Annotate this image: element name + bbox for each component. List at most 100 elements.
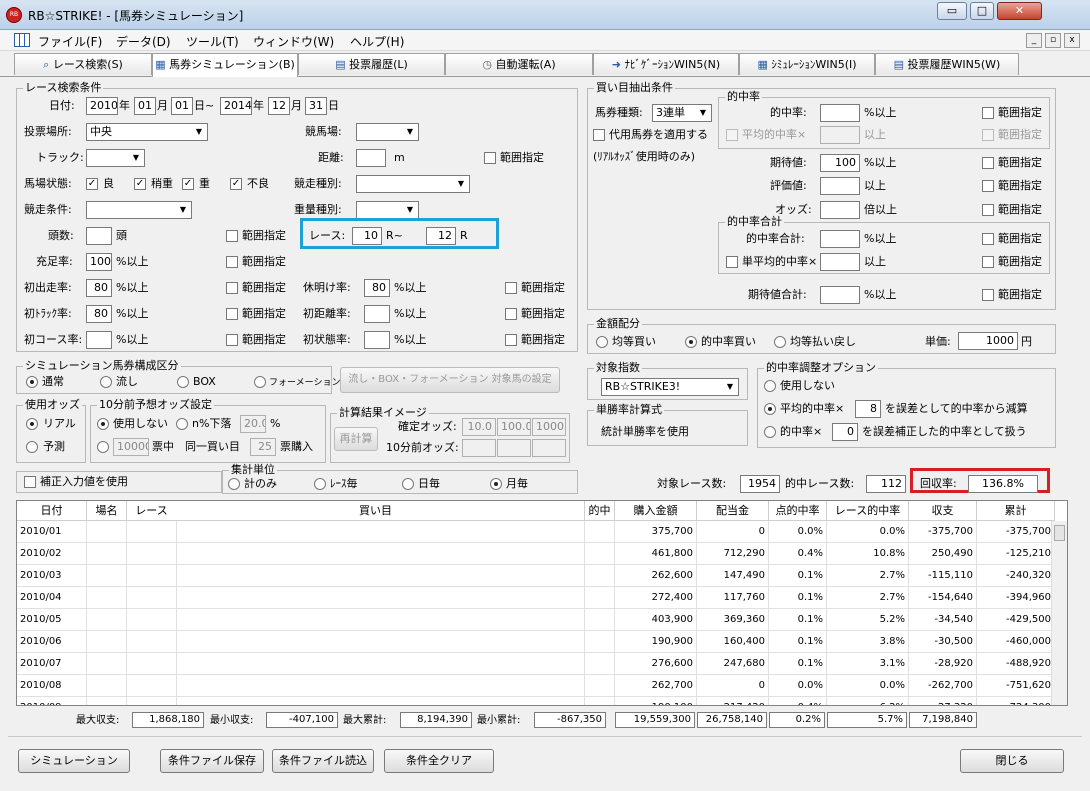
pre10-purchase-input[interactable]: 25 [250,438,276,456]
race-type-select[interactable]: ▼ [356,175,470,193]
table-cell[interactable] [167,521,585,543]
table-cell[interactable]: -429,500 [977,609,1055,631]
table-row[interactable]: 2010/09 [17,697,87,705]
adjust-correct-radio[interactable] [764,426,776,438]
single-avg-range-checkbox[interactable] [982,256,994,268]
menu-tools[interactable]: ツール(T) [186,33,239,50]
clear-conditions-button[interactable]: 条件全クリア [384,749,494,773]
track-type-select[interactable]: ▼ [86,149,145,167]
column-header[interactable]: 点的中率 [769,501,827,521]
table-cell[interactable]: 0.4% [769,543,827,565]
load-conditions-button[interactable]: 条件ファイル読込 [272,749,374,773]
pre10-drop-radio[interactable] [176,418,188,430]
first-distance-range-checkbox[interactable] [505,308,517,320]
single-avg-checkbox[interactable] [726,256,738,268]
table-cell[interactable]: 3.1% [827,653,909,675]
table-cell[interactable]: -34,540 [909,609,977,631]
save-conditions-button[interactable]: 条件ファイル保存 [160,749,264,773]
table-cell[interactable]: 190,100 [615,697,697,705]
avg-hit-range-checkbox[interactable] [982,129,994,141]
agg-day-radio[interactable] [402,478,414,490]
table-cell[interactable]: 403,900 [615,609,697,631]
sim-nagashi-radio[interactable] [100,376,112,388]
column-header[interactable]: 配当金 [697,501,769,521]
table-cell[interactable] [87,697,127,705]
table-cell[interactable]: 0.1% [769,565,827,587]
table-cell[interactable]: -394,960 [977,587,1055,609]
table-cell[interactable]: 3.8% [827,631,909,653]
recalculate-button[interactable]: 再計算 [334,427,378,451]
table-cell[interactable] [585,609,615,631]
agg-race-radio[interactable] [314,478,326,490]
table-row[interactable]: 2010/02 [17,543,87,565]
column-header[interactable]: レース的中率 [827,501,909,521]
table-cell[interactable]: 10.8% [827,543,909,565]
scroll-thumb[interactable] [1054,525,1065,541]
first-course-input[interactable] [86,331,112,349]
first-run-range-checkbox[interactable] [226,282,238,294]
table-cell[interactable] [87,631,127,653]
table-cell[interactable]: 262,700 [615,675,697,697]
tab-vote-history-win5[interactable]: ▤ 投票履歴WIN5(W) [875,53,1019,75]
table-cell[interactable]: 147,490 [697,565,769,587]
table-cell[interactable] [585,587,615,609]
column-header[interactable]: 累計 [977,501,1055,521]
table-cell[interactable]: 272,400 [615,587,697,609]
odds-range-checkbox[interactable] [982,204,994,216]
table-cell[interactable]: 461,800 [615,543,697,565]
table-cell[interactable]: 250,490 [909,543,977,565]
agg-total-radio[interactable] [228,478,240,490]
table-cell[interactable] [87,543,127,565]
tab-simulation-win5[interactable]: ▦ ｼﾐｭﾚｰｼｮﾝWIN5(I) [739,53,875,75]
first-run-input[interactable]: 80 [86,279,112,297]
menu-window[interactable]: ウィンドウ(W) [253,33,334,50]
table-cell[interactable] [167,609,585,631]
table-cell[interactable] [585,697,615,705]
money-hitrate-radio[interactable] [685,336,697,348]
table-cell[interactable]: 117,760 [697,587,769,609]
table-cell[interactable]: -724,300 [977,697,1055,705]
odds-predicted-radio[interactable] [26,441,38,453]
fill-rate-input[interactable]: 100 [86,253,112,271]
distance-input[interactable] [356,149,386,167]
pre10-drop-input[interactable]: 20.0 [240,415,266,433]
table-cell[interactable] [87,521,127,543]
table-cell[interactable]: 190,900 [615,631,697,653]
expected-value-input[interactable]: 100 [820,154,860,172]
odds-real-radio[interactable] [26,418,38,430]
money-equal-payout-radio[interactable] [774,336,786,348]
single-avg-input[interactable] [820,253,860,271]
table-cell[interactable]: -154,640 [909,587,977,609]
table-row[interactable]: 2010/04 [17,587,87,609]
rest-range-checkbox[interactable] [505,282,517,294]
table-cell[interactable]: 712,290 [697,543,769,565]
restore-button[interactable]: □ [970,2,994,20]
table-cell[interactable] [585,565,615,587]
first-state-range-checkbox[interactable] [505,334,517,346]
table-cell[interactable]: 247,680 [697,653,769,675]
close-window-button[interactable]: ✕ [997,2,1042,20]
ticket-type-select[interactable]: 3連単 ▼ [652,104,712,122]
table-cell[interactable] [585,631,615,653]
avg-hit-input[interactable] [820,126,860,144]
weight-type-select[interactable]: ▼ [356,201,419,219]
table-cell[interactable]: -240,320 [977,565,1055,587]
table-cell[interactable] [167,653,585,675]
column-header[interactable]: 買い目 [167,501,585,521]
substitute-ticket-checkbox[interactable] [593,129,605,141]
money-equal-radio[interactable] [596,336,608,348]
table-cell[interactable]: 375,700 [615,521,697,543]
first-state-input[interactable] [364,331,390,349]
table-cell[interactable]: -375,700 [909,521,977,543]
tab-race-search[interactable]: ⌕ レース検索(S) [14,53,152,75]
table-cell[interactable] [167,543,585,565]
table-cell[interactable]: 369,360 [697,609,769,631]
expected-sum-range-checkbox[interactable] [982,289,994,301]
start-month-input[interactable]: 01 [134,97,156,115]
sim-normal-radio[interactable] [26,376,38,388]
hit-sum-input[interactable] [820,230,860,248]
race-from-input[interactable]: 10 [352,227,382,245]
evaluation-input[interactable] [820,177,860,195]
pre10-votes-radio[interactable] [97,441,109,453]
tab-navigation-win5[interactable]: ➜ ﾅﾋﾞｹﾞｰｼｮﾝWIN5(N) [593,53,739,75]
